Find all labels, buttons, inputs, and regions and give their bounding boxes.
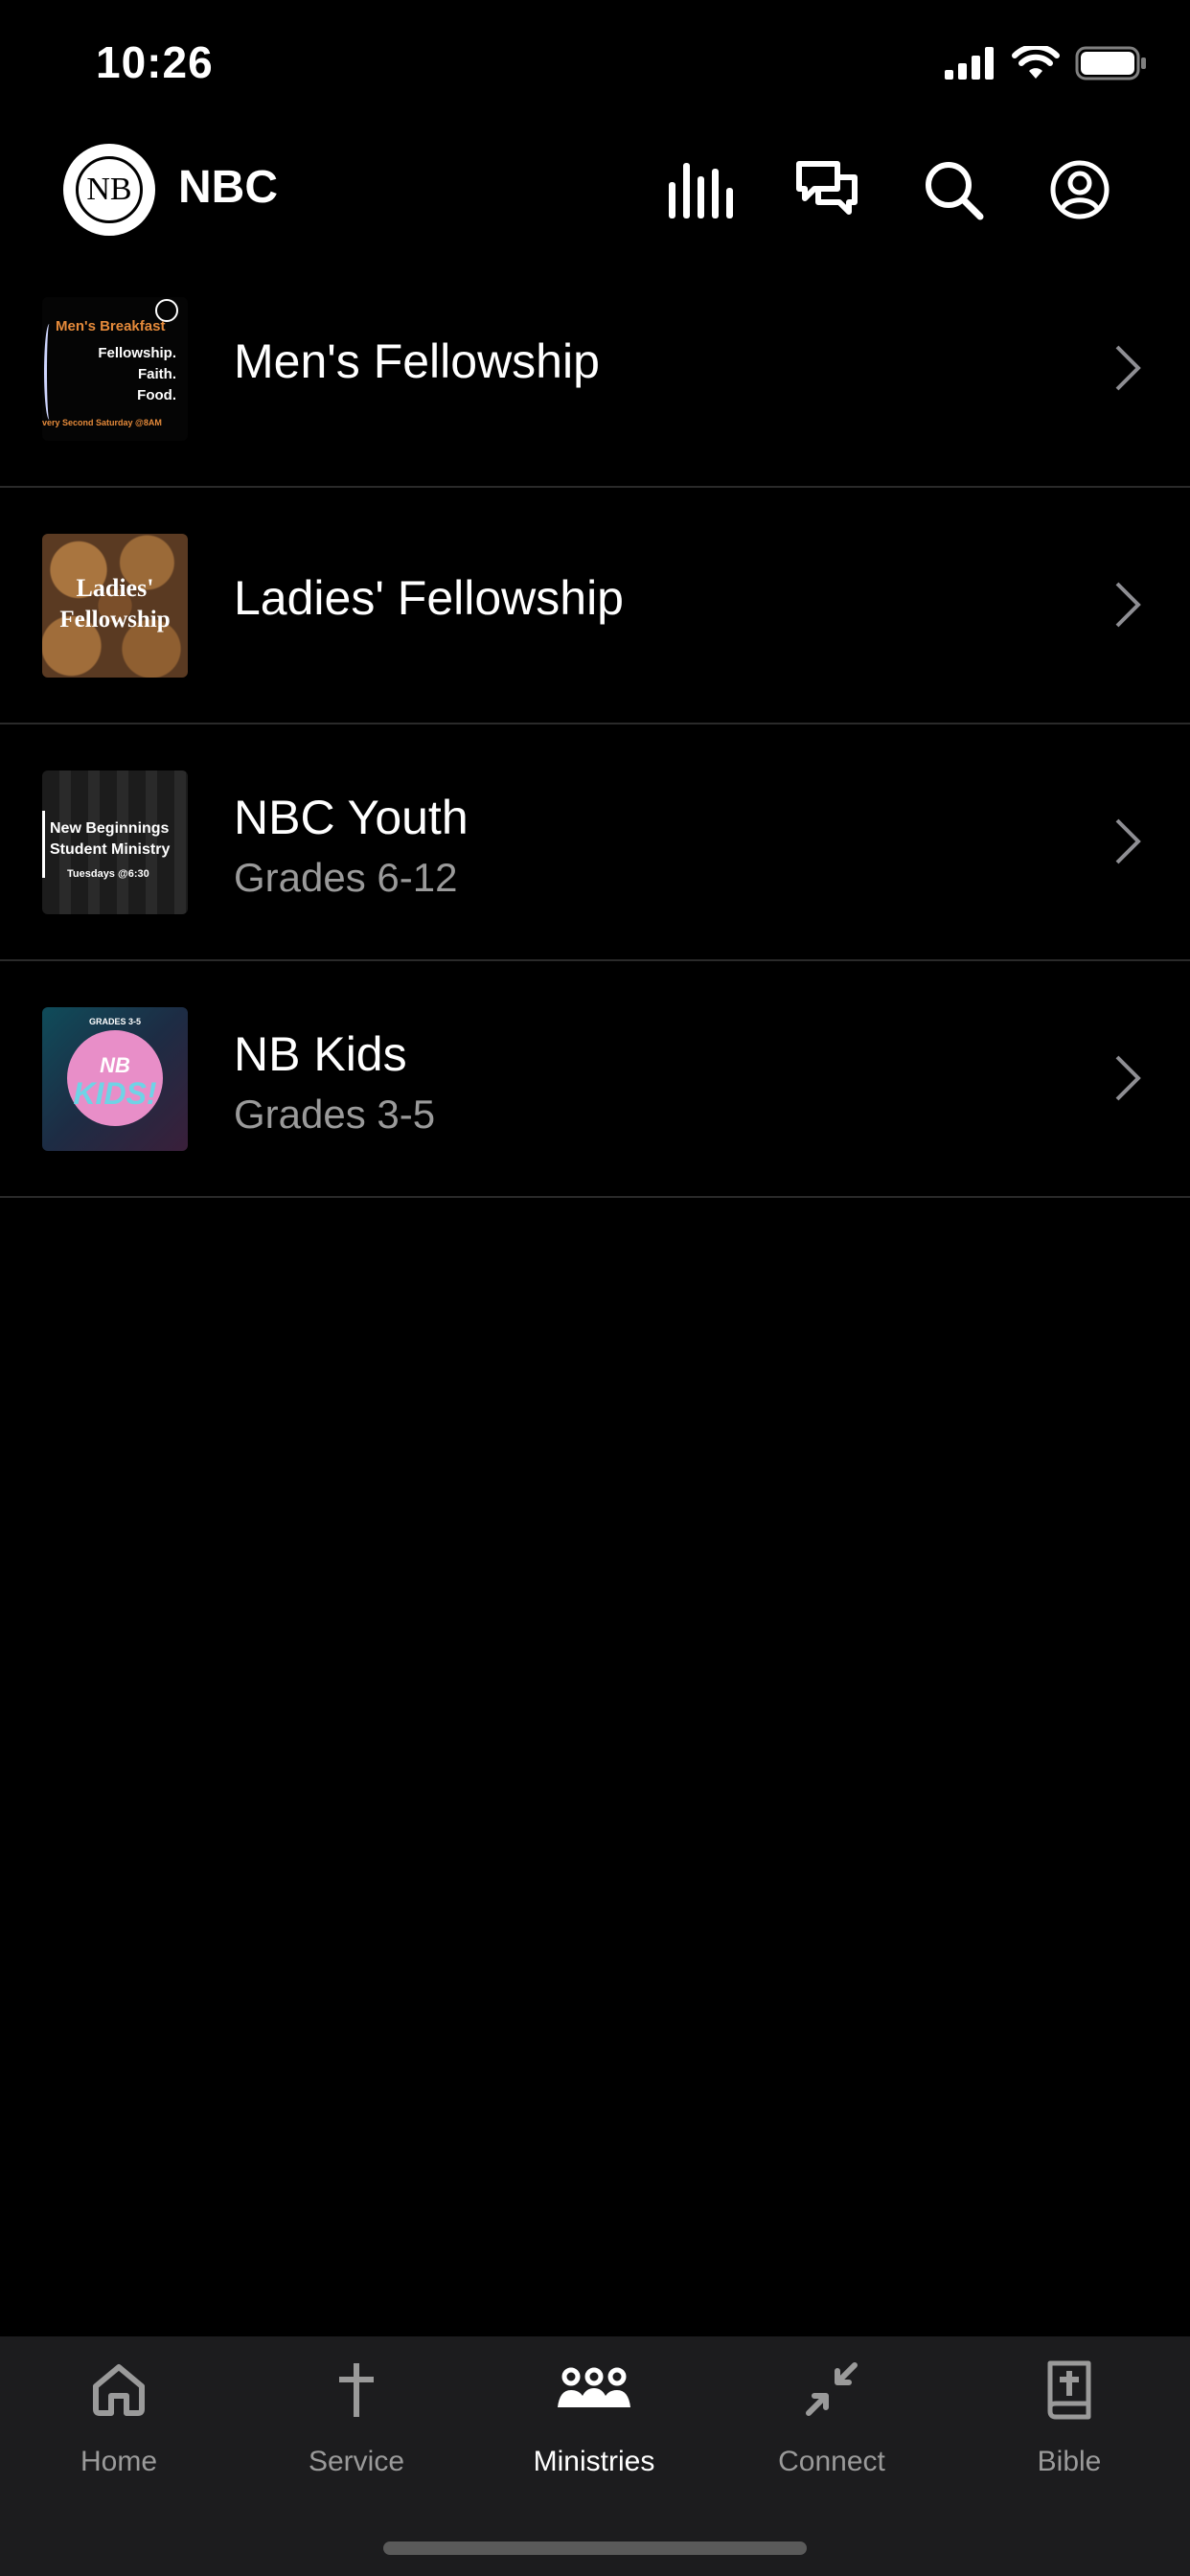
tab-label: Bible (1037, 2446, 1102, 2477)
thumb-text: Faith. (138, 366, 176, 382)
tab-bible[interactable]: Bible (964, 2358, 1175, 2501)
cellular-signal-icon (945, 47, 994, 80)
ladies-fellowship-thumbnail: Ladies' Fellowship (42, 534, 188, 678)
chevron-right-icon (1115, 582, 1141, 628)
tab-ministries[interactable]: Ministries (489, 2358, 699, 2501)
tab-home[interactable]: Home (13, 2358, 224, 2501)
thumb-text: very Second Saturday @8AM (42, 418, 162, 427)
tab-label: Service (308, 2446, 405, 2477)
thumb-text: Men's Breakfast (56, 318, 166, 334)
thumb-text: NB (100, 1053, 130, 1077)
list-item-subtitle: Grades 3-5 (234, 1092, 436, 1137)
list-item-text: NBC Youth Grades 6-12 (234, 790, 469, 901)
logo-mark: NB (76, 156, 143, 223)
tab-label: Ministries (533, 2446, 655, 2477)
list-item-text: Men's Fellowship (234, 334, 600, 389)
group-icon (558, 2367, 630, 2407)
list-item-title: NB Kids (234, 1027, 407, 1081)
app-header: NB NBC (0, 134, 1190, 249)
tab-label: Connect (778, 2446, 885, 2477)
cookies-image (42, 534, 188, 678)
cross-icon (339, 2363, 374, 2417)
app-title: NBC (178, 162, 278, 213)
chat-icon[interactable] (792, 155, 861, 224)
thumb-text: New Beginnings (50, 820, 170, 837)
home-indicator (383, 2542, 807, 2555)
chevron-right-icon (1115, 1055, 1141, 1101)
chevron-right-icon (1115, 818, 1141, 864)
list-item-text: Ladies' Fellowship (234, 570, 624, 626)
list-item-subtitle: Grades 6-12 (234, 855, 458, 900)
profile-icon[interactable] (1045, 155, 1114, 224)
mens-fellowship-thumbnail: Men's Breakfast Fellowship. Faith. Food.… (42, 297, 188, 441)
search-icon[interactable] (919, 155, 988, 224)
list-item-text: NB Kids Grades 3-5 (234, 1026, 435, 1138)
tab-bar: Home Service Ministries Connect Bible (0, 2336, 1190, 2576)
bible-icon (1047, 2360, 1091, 2420)
nbc-youth-thumbnail: New Beginnings Student Ministry Tuesdays… (42, 770, 188, 914)
thumb-text: Tuesdays @6:30 (67, 868, 149, 880)
list-item-title: NBC Youth (234, 791, 469, 844)
tab-connect[interactable]: Connect (726, 2358, 937, 2501)
status-time: 10:26 (96, 37, 214, 87)
church-logo[interactable]: NB (63, 144, 155, 236)
battery-icon (1075, 46, 1146, 80)
thumb-text: GRADES 3-5 (88, 1017, 141, 1026)
status-bar: 10:26 (0, 0, 1190, 134)
chevron-right-icon (1115, 345, 1141, 391)
thumb-text: Ladies' (76, 574, 154, 602)
connect-icon (806, 2362, 858, 2416)
thumb-text: KIDS! (73, 1076, 157, 1111)
thumb-text: Food. (137, 387, 176, 403)
list-item-title: Men's Fellowship (234, 334, 600, 388)
thumb-decoration (44, 324, 55, 420)
audio-bars-icon[interactable] (666, 155, 735, 224)
ministries-list: Men's Breakfast Fellowship. Faith. Food.… (0, 251, 1190, 1198)
home-icon (93, 2364, 145, 2416)
tab-label: Home (80, 2446, 158, 2477)
status-icons (945, 46, 1148, 80)
thumb-decoration (42, 811, 45, 878)
thumb-text: Fellowship (59, 607, 171, 632)
list-item-mens-fellowship[interactable]: Men's Breakfast Fellowship. Faith. Food.… (0, 251, 1190, 488)
list-item-nbc-youth[interactable]: New Beginnings Student Ministry Tuesdays… (0, 724, 1190, 961)
tab-service[interactable]: Service (251, 2358, 462, 2501)
nb-kids-thumbnail: GRADES 3-5 NB KIDS! (42, 1007, 188, 1151)
list-item-ladies-fellowship[interactable]: Ladies' Fellowship Ladies' Fellowship (0, 488, 1190, 724)
thumb-text: Student Ministry (50, 841, 171, 858)
wifi-icon (1012, 46, 1060, 79)
list-item-title: Ladies' Fellowship (234, 571, 624, 625)
list-item-nb-kids[interactable]: GRADES 3-5 NB KIDS! NB Kids Grades 3-5 (0, 961, 1190, 1198)
thumb-text: Fellowship. (98, 345, 176, 361)
